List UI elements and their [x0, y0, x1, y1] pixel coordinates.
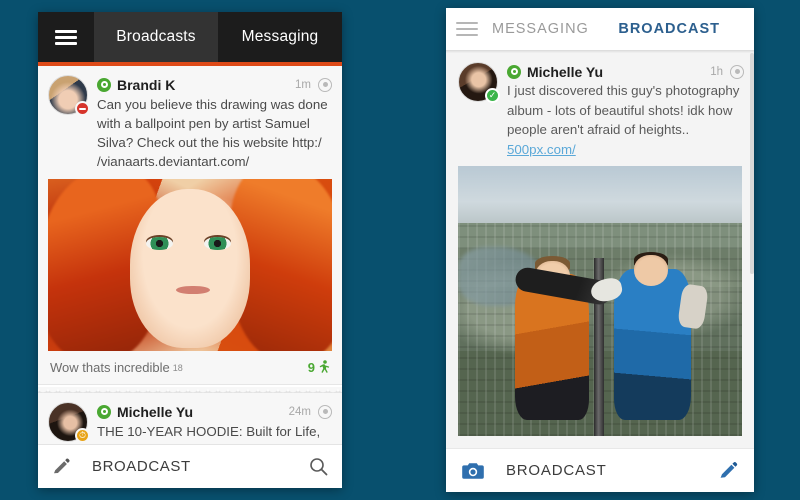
post-body: Brandi K 1m Can you believe this drawing…: [97, 75, 332, 171]
right-top-bar: MESSAGING BROADCAST: [446, 8, 754, 50]
post-author: Brandi K: [117, 76, 176, 93]
post-header: ⏱ Michelle Yu 24m THE 10-YEAR HOODIE: Bu…: [38, 393, 342, 443]
post-text-body: I just discovered this guy's photography…: [507, 83, 740, 137]
comment-count: 18: [172, 362, 183, 373]
post-body: Michelle Yu 1h I just discovered this gu…: [507, 62, 744, 159]
right-bottom-bar: BROADCAST: [446, 448, 754, 492]
post-divider: [38, 384, 342, 393]
post-text: Can you believe this drawing was done wi…: [97, 97, 328, 169]
runner-icon: [319, 360, 330, 373]
record-dot-icon[interactable]: [318, 404, 332, 419]
avatar[interactable]: ⏱: [48, 402, 90, 443]
post-time: 1m: [295, 78, 311, 91]
comment-text: Wow thats incredible: [50, 360, 170, 375]
left-feed-list[interactable]: Brandi K 1m Can you believe this drawing…: [38, 66, 342, 444]
verified-star-icon: [507, 64, 521, 79]
right-feed-list[interactable]: ✓ Michelle Yu 1h I just discovered this …: [446, 53, 754, 448]
post-name-row: Brandi K 1m: [97, 75, 332, 94]
tab-broadcast-label: BROADCAST: [618, 21, 720, 37]
search-icon[interactable]: [309, 457, 328, 476]
post-image-container[interactable]: [38, 171, 342, 351]
post-image-container[interactable]: [446, 159, 754, 436]
pencil-icon[interactable]: [719, 461, 738, 480]
left-phone-screen: Broadcasts Messaging Brandi K 1m Can you…: [38, 12, 342, 488]
tab-broadcasts[interactable]: Broadcasts: [94, 12, 218, 62]
post-name-row: Michelle Yu 24m: [97, 402, 332, 421]
broadcast-label: BROADCAST: [506, 462, 607, 479]
post-author: Michelle Yu: [527, 63, 603, 80]
tab-messaging[interactable]: MESSAGING: [492, 21, 589, 37]
post-comment-bar[interactable]: Wow thats incredible 18 9: [38, 351, 342, 384]
list-item[interactable]: Brandi K 1m Can you believe this drawing…: [38, 66, 342, 393]
record-dot-icon[interactable]: [730, 64, 744, 79]
broadcast-label: BROADCAST: [92, 458, 191, 475]
right-phone-screen: MESSAGING BROADCAST ✓ Michelle Yu 1h I j…: [446, 8, 754, 492]
verified-check-badge: ✓: [485, 88, 500, 103]
reaction-group[interactable]: 9: [308, 360, 330, 375]
record-dot-icon[interactable]: [318, 77, 332, 92]
post-image[interactable]: [458, 166, 742, 436]
post-time: 1h: [710, 65, 723, 78]
hamburger-icon: [55, 27, 77, 48]
avatar[interactable]: [48, 75, 90, 116]
tab-broadcasts-label: Broadcasts: [116, 28, 196, 45]
verified-star-icon: [97, 77, 111, 92]
verified-star-icon: [97, 404, 111, 419]
tab-messaging-label: Messaging: [241, 28, 319, 45]
left-menu-button[interactable]: [38, 12, 94, 62]
hamburger-icon: [454, 22, 480, 36]
post-body: Michelle Yu 24m THE 10-YEAR HOODIE: Buil…: [97, 402, 332, 442]
pending-badge: ⏱: [75, 428, 90, 443]
post-text: I just discovered this guy's photography…: [507, 81, 744, 159]
left-tab-bar: Broadcasts Messaging: [38, 12, 342, 62]
post-header: Brandi K 1m Can you believe this drawing…: [38, 66, 342, 171]
post-image[interactable]: [48, 179, 332, 351]
post-time: 24m: [288, 405, 311, 418]
post-link[interactable]: 500px.com/: [507, 142, 576, 157]
tab-messaging[interactable]: Messaging: [218, 12, 342, 62]
post-header: ✓ Michelle Yu 1h I just discovered this …: [446, 53, 754, 159]
blocked-badge: [75, 101, 90, 116]
post-author: Michelle Yu: [117, 403, 193, 420]
right-menu-button[interactable]: [454, 18, 480, 40]
app-mockup-stage: Broadcasts Messaging Brandi K 1m Can you…: [0, 0, 800, 500]
tab-broadcast[interactable]: BROADCAST: [618, 21, 720, 37]
avatar[interactable]: ✓: [458, 62, 500, 103]
list-item[interactable]: ⏱ Michelle Yu 24m THE 10-YEAR HOODIE: Bu…: [38, 393, 342, 443]
left-bottom-bar: BROADCAST: [38, 444, 342, 488]
reaction-count: 9: [307, 360, 315, 375]
post-name-row: Michelle Yu 1h: [507, 62, 744, 81]
pencil-icon[interactable]: [52, 458, 70, 476]
tab-messaging-label: MESSAGING: [492, 21, 589, 37]
scrollbar[interactable]: [750, 53, 754, 275]
post-text: THE 10-YEAR HOODIE: Built for Life,: [97, 424, 321, 439]
camera-icon[interactable]: [462, 462, 484, 480]
